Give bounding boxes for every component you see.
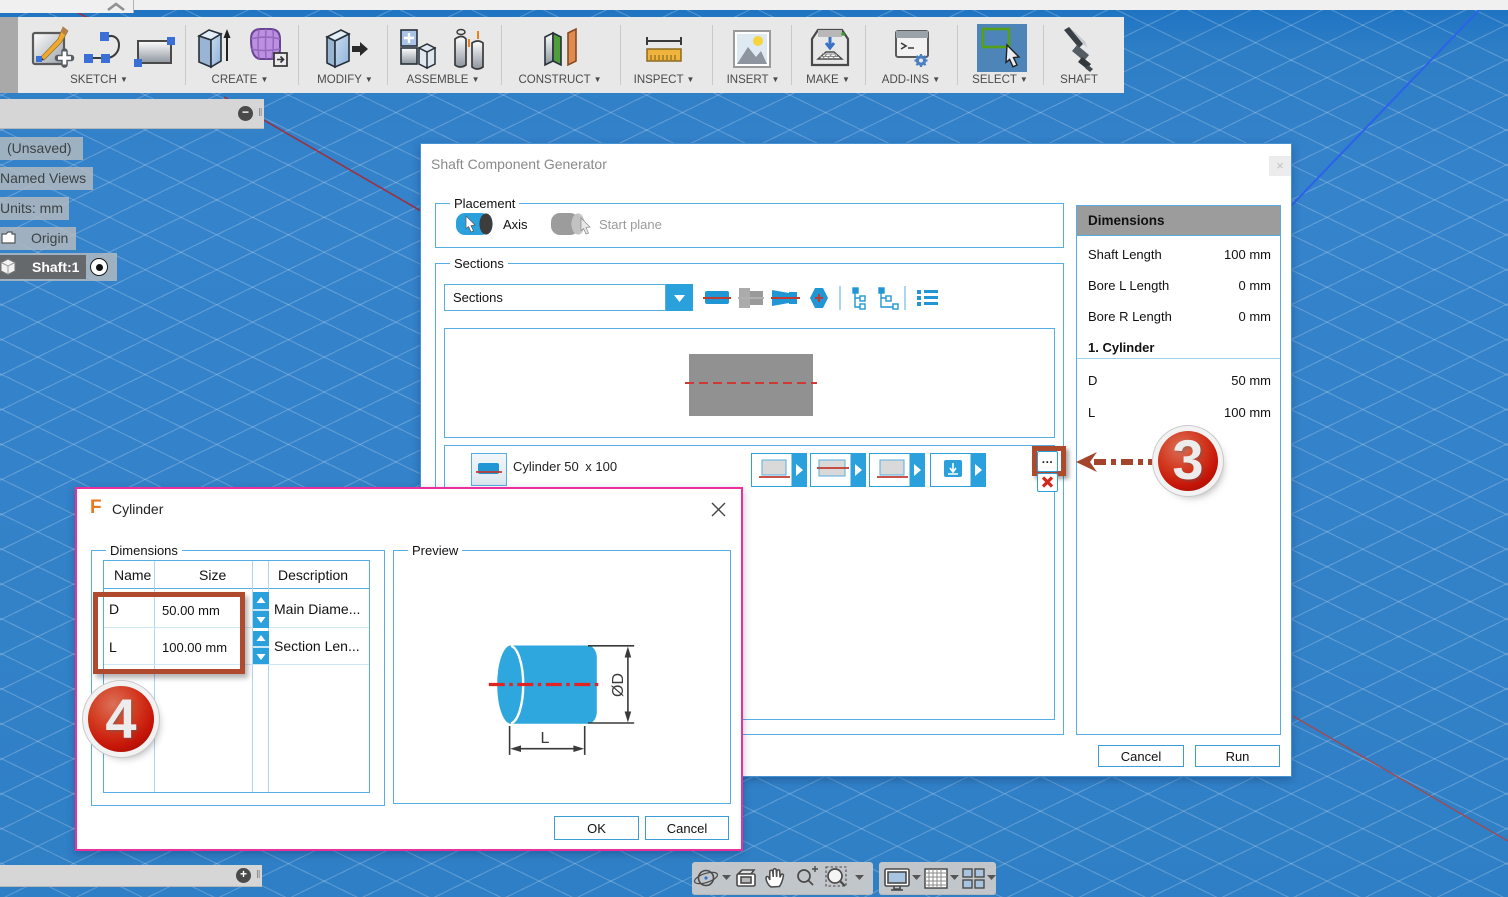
svg-text:Start plane: Start plane [599,217,662,232]
svg-text:ØD: ØD [610,673,627,697]
svg-text:L: L [541,730,550,747]
svg-text:Axis: Axis [503,217,528,232]
